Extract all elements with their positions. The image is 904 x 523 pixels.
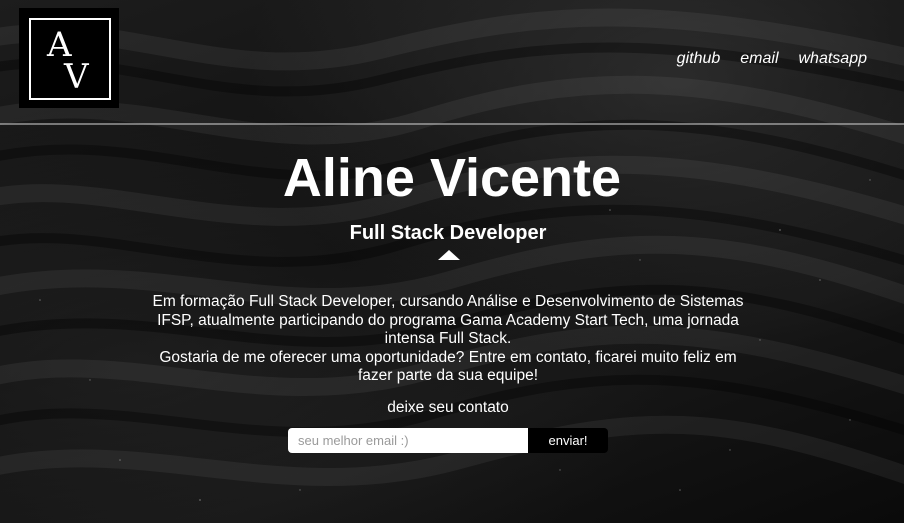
- top-nav: github email whatsapp: [677, 50, 867, 68]
- page-title: Aline Vicente: [282, 148, 622, 208]
- header-divider: [0, 123, 904, 125]
- send-button[interactable]: enviar!: [528, 428, 608, 453]
- caret-up-icon: [438, 250, 460, 260]
- nav-link-whatsapp[interactable]: whatsapp: [799, 50, 868, 68]
- contact-label: deixe seu contato: [387, 399, 509, 416]
- bio-paragraph: Gostaria de me oferecer uma oportunidade…: [159, 348, 737, 385]
- nav-link-email[interactable]: email: [740, 50, 778, 68]
- contact-form: enviar!: [288, 428, 608, 453]
- nav-link-github[interactable]: github: [677, 50, 721, 68]
- logo-letter-v: V: [64, 57, 89, 97]
- bio-paragraph: Em formação Full Stack Developer, cursan…: [152, 293, 744, 347]
- bio-text: Em formação Full Stack Developer, cursan…: [148, 293, 748, 386]
- landing-page: A V github email whatsapp Aline Vicente …: [0, 0, 904, 523]
- email-input[interactable]: [288, 428, 528, 453]
- logo[interactable]: A V: [19, 8, 119, 108]
- role-subtitle: Full Stack Developer: [349, 222, 547, 244]
